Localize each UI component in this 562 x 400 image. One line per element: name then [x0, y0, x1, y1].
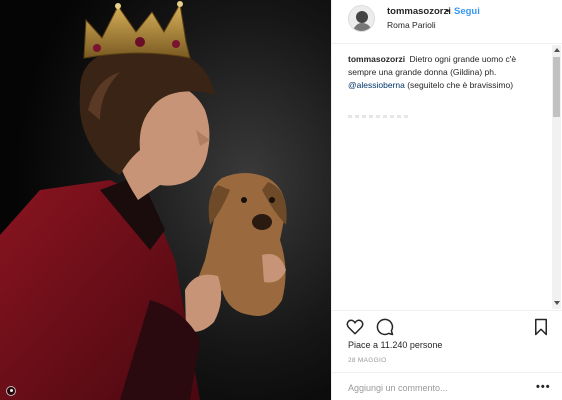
- avatar-image: [349, 6, 374, 31]
- header-username[interactable]: tommasozorzi: [387, 6, 451, 17]
- photo-man-with-crown-holding-dog: [0, 0, 331, 400]
- scroll-up-arrow-icon[interactable]: [554, 48, 560, 52]
- post-sidebar: tommasozorzi • Segui Roma Parioli tommas…: [331, 0, 562, 400]
- post-caption: tommasozorzi Dietro ogni grande uomo c'è…: [348, 53, 543, 92]
- user-tag-icon[interactable]: [6, 386, 16, 396]
- scroll-down-arrow-icon[interactable]: [554, 301, 560, 305]
- post-date[interactable]: 28 MAGGIO: [348, 357, 386, 364]
- post-actions: [332, 310, 562, 340]
- comments-scrollbar[interactable]: [552, 45, 561, 309]
- caption-text-2: (seguitelo che è bravissimo): [407, 80, 514, 90]
- comments-area: tommasozorzi Dietro ogni grande uomo c'è…: [332, 45, 562, 307]
- location-link[interactable]: Roma Parioli: [387, 20, 436, 30]
- avatar[interactable]: [348, 5, 375, 32]
- post-header: tommasozorzi • Segui Roma Parioli: [332, 0, 562, 44]
- more-options-icon[interactable]: •••: [536, 381, 551, 393]
- comment-icon[interactable]: [376, 318, 394, 336]
- caption-mention-link[interactable]: @alessioberna: [348, 80, 405, 90]
- bookmark-icon[interactable]: [532, 318, 550, 336]
- post-photo[interactable]: [0, 0, 331, 400]
- likes-count[interactable]: Piace a 11.240 persone: [348, 340, 442, 350]
- scroll-thumb[interactable]: [553, 57, 560, 117]
- load-more-indicator: [348, 115, 408, 118]
- comment-input[interactable]: [348, 381, 528, 395]
- separator-dot: •: [446, 6, 450, 17]
- instagram-post: tommasozorzi • Segui Roma Parioli tommas…: [0, 0, 562, 400]
- caption-username[interactable]: tommasozorzi: [348, 54, 405, 64]
- heart-icon[interactable]: [346, 318, 364, 336]
- follow-button[interactable]: Segui: [454, 6, 480, 17]
- add-comment-section: •••: [332, 372, 562, 400]
